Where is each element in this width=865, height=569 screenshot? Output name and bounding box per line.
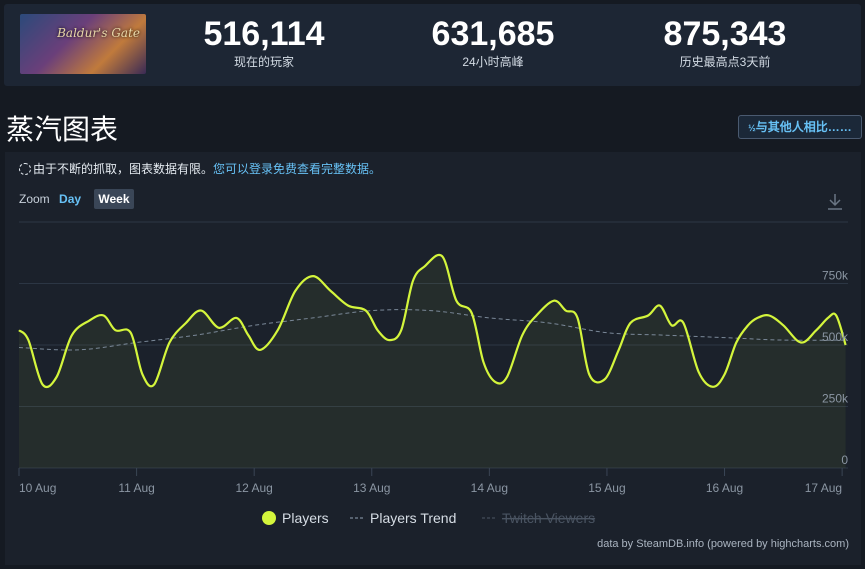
x-tick-label: 14 Aug bbox=[471, 481, 508, 495]
x-tick-label: 13 Aug bbox=[353, 481, 390, 495]
legend-item-label[interactable]: Players Trend bbox=[370, 510, 456, 526]
player-count-chart: 0 250k 500k 750k 10 Aug 11 Aug 12 Aug 13 Aug 14… bbox=[18, 221, 849, 526]
chart-credit: data by SteamDB.info (powered by highcha… bbox=[597, 538, 849, 550]
legend-item-label[interactable]: Twitch Viewers bbox=[502, 510, 595, 526]
legend-players-marker bbox=[262, 511, 276, 525]
x-tick-label: 17 Aug bbox=[805, 481, 842, 495]
players-area bbox=[19, 254, 846, 468]
x-axis-ticks: 10 Aug 11 Aug 12 Aug 13 Aug 14 Aug 15 Aug 16 A… bbox=[18, 468, 843, 495]
legend-item-label[interactable]: Players bbox=[282, 510, 329, 526]
x-tick-label: 12 Aug bbox=[235, 481, 272, 495]
x-tick-label: 10 Aug bbox=[19, 481, 56, 495]
y-tick-label: 750k bbox=[822, 269, 849, 283]
y-tick-label: 500k bbox=[822, 330, 849, 344]
chart-legend: Players Players Trend Twitch Viewers bbox=[262, 510, 595, 526]
y-tick-label: 0 bbox=[841, 453, 848, 467]
x-tick-label: 15 Aug bbox=[588, 481, 625, 495]
x-tick-label: 16 Aug bbox=[706, 481, 743, 495]
x-tick-label: 11 Aug bbox=[118, 481, 154, 495]
y-tick-label: 250k bbox=[822, 392, 849, 406]
